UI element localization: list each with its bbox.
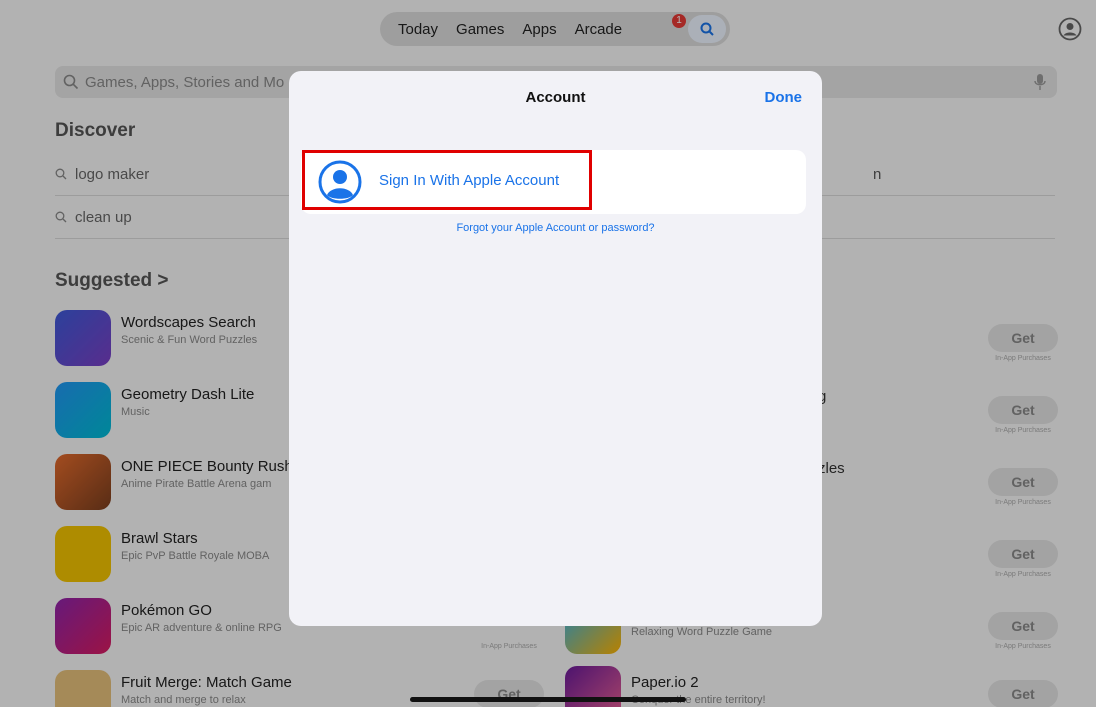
highlight-box [302, 150, 592, 210]
home-indicator [410, 697, 686, 702]
done-button[interactable]: Done [765, 89, 803, 106]
sheet-title: Account [525, 89, 586, 106]
account-sheet: Account Done Sign In With Apple Account … [289, 71, 822, 626]
forgot-password-link[interactable]: Forgot your Apple Account or password? [289, 222, 822, 234]
